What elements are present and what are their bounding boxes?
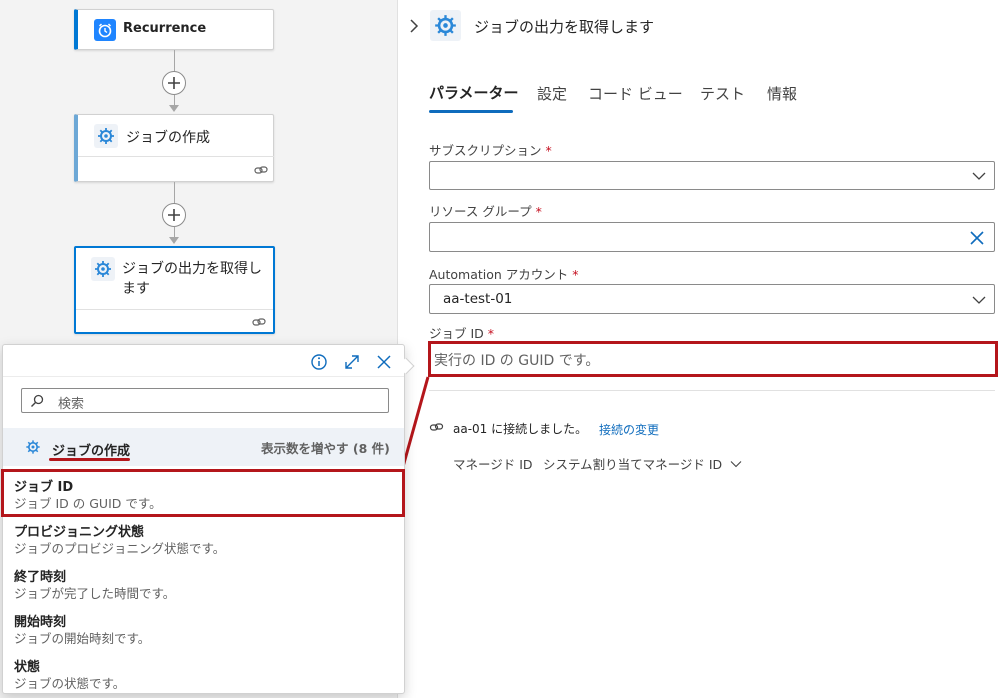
card-footer [76,309,273,332]
dynamic-content-popup: 検索 ジョブの作成 表示数を増やす (8 件) ジョブ ID ジョブ ID の … [1,344,415,694]
plus-icon [168,209,180,221]
managed-id-label: マネージド ID [453,457,533,472]
tab-code-view[interactable]: コード ビュー [588,83,683,104]
close-icon[interactable] [376,354,392,370]
chevron-down-icon [972,172,986,180]
info-icon[interactable] [310,353,328,371]
chevron-right-icon[interactable] [408,18,420,34]
automation-gear-icon [430,10,461,41]
tab-settings[interactable]: 設定 [537,83,567,104]
search-input[interactable]: 検索 [21,388,389,413]
resource-group-label: リソース グループ * [429,204,542,219]
group-title: ジョブの作成 [52,444,131,459]
create-job-title: ジョブの作成 [126,130,210,146]
active-tab-indicator [429,110,513,113]
list-item-desc: ジョブの状態です。 [14,676,126,691]
popup-header-divider [3,376,404,377]
plus-icon [168,77,180,89]
recurrence-card[interactable]: Recurrence [74,9,274,50]
connector-line [174,227,175,237]
tab-test[interactable]: テスト [700,83,745,104]
automation-gear-icon [23,437,43,461]
recurrence-title: Recurrence [123,21,207,36]
panel-title[interactable]: ジョブの出力を取得します [474,16,654,37]
connector-line [174,182,175,204]
automation-account-dropdown[interactable]: aa-test-01 [429,284,995,314]
connection-status: aa-01 に接続しました。 [453,422,588,436]
tab-parameters[interactable]: パラメーター [429,82,519,103]
add-step-button[interactable] [162,71,186,95]
job-id-label: ジョブ ID * [429,326,495,341]
get-job-output-card[interactable]: ジョブの出力を取得します [74,246,275,334]
connector-line [174,50,175,72]
automation-account-label: Automation アカウント * [429,267,579,282]
subscription-label: サブスクリプション * [429,143,552,158]
managed-id-dropdown[interactable]: システム割り当てマネージド ID [543,454,742,473]
arrow-down-icon [169,237,179,244]
list-item-desc: ジョブ ID の GUID です。 [14,496,162,511]
change-connection-link[interactable]: 接続の変更 [599,421,659,438]
subscription-dropdown[interactable] [429,161,995,190]
list-item-desc: ジョブの開始時刻です。 [14,631,151,646]
action-details-panel: ジョブの出力を取得します パラメーター 設定 コード ビュー テスト 情報 サブ… [397,0,1001,698]
arrow-down-icon [169,105,179,112]
list-item-end-time[interactable]: 終了時刻 ジョブが完了した時間です。 [3,566,404,609]
chevron-down-icon [972,296,986,304]
alarm-clock-icon [94,19,116,41]
clear-icon[interactable] [970,231,984,245]
job-id-placeholder: 実行の ID の GUID です。 [434,353,600,369]
link-icon [252,318,266,326]
list-item-start-time[interactable]: 開始時刻 ジョブの開始時刻です。 [3,611,404,654]
search-placeholder: 検索 [58,397,85,412]
list-item-status[interactable]: 状態 ジョブの状態です。 [3,656,404,693]
get-job-output-title: ジョブの出力を取得します [122,261,262,297]
automation-account-value: aa-test-01 [443,291,513,307]
link-icon [429,423,444,431]
create-job-card[interactable]: ジョブの作成 [74,114,274,182]
list-item-desc: ジョブが完了した時間です。 [14,586,176,601]
job-id-input[interactable]: 実行の ID の GUID です。 [428,341,998,377]
list-item-job-id[interactable]: ジョブ ID ジョブ ID の GUID です。 [1,469,405,517]
connector-line [174,95,175,105]
automation-gear-icon [91,257,115,281]
list-item-provisioning-state[interactable]: プロビジョニング状態 ジョブのプロビジョニング状態です。 [3,520,404,563]
dynamic-group-header[interactable]: ジョブの作成 表示数を増やす (8 件) [3,428,404,466]
card-footer [78,156,274,182]
tab-info[interactable]: 情報 [767,83,797,104]
group-title-underline [49,458,130,461]
add-step-button[interactable] [162,203,186,227]
search-icon [31,394,44,407]
link-icon [254,166,268,174]
resource-group-input[interactable] [429,222,995,252]
expand-icon[interactable] [343,353,361,371]
chevron-down-icon [730,461,742,468]
automation-gear-icon [94,124,118,148]
list-item-desc: ジョブのプロビジョニング状態です。 [14,541,226,556]
show-more-link[interactable]: 表示数を増やす (8 件) [261,438,390,457]
divider [429,390,995,391]
